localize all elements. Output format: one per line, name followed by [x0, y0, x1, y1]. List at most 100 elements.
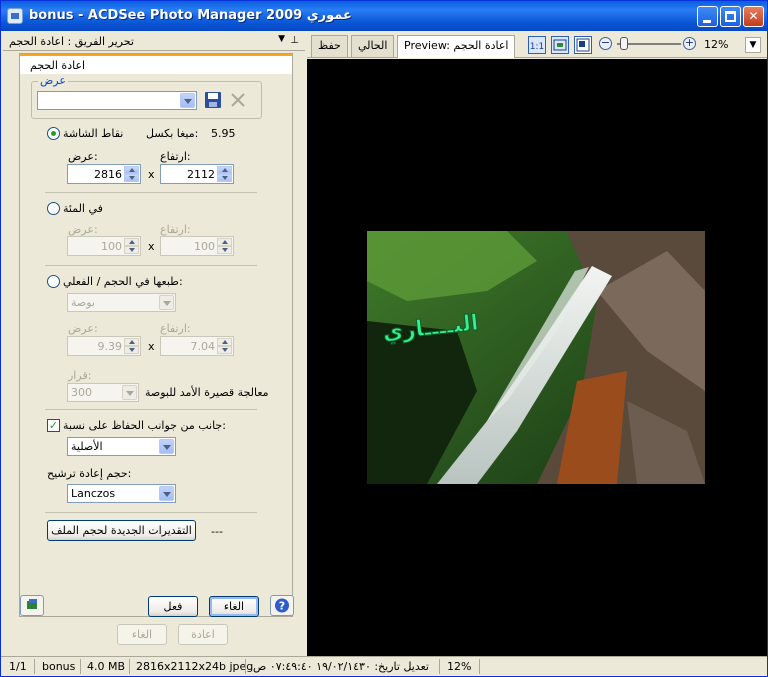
- maximize-button[interactable]: [720, 6, 741, 27]
- preview-tabs-bar: حفظ الحالي Preview: اعادة الحجم 1:1 12% …: [307, 32, 767, 58]
- percent-width-input[interactable]: 100: [67, 236, 141, 256]
- chevron-down-icon: [122, 385, 137, 400]
- redo-button[interactable]: اعادة: [178, 624, 228, 645]
- aspect-combo[interactable]: الأصلية: [67, 437, 176, 456]
- divider: [34, 659, 35, 674]
- pixel-height-value: 2112: [187, 168, 215, 181]
- panel-header: تحرير الفريق : اعادة الحجم ▼ ⊥: [3, 32, 305, 51]
- divider: [45, 512, 257, 513]
- aspect-value: الأصلية: [71, 440, 103, 453]
- actual-width-value: 9.39: [97, 340, 123, 353]
- pixels-radio[interactable]: [47, 127, 60, 140]
- pixel-height-input[interactable]: 2112: [160, 164, 234, 184]
- status-file: bonus: [42, 660, 76, 673]
- pixel-width-value: 2816: [94, 168, 122, 181]
- spin-down-icon: [124, 346, 139, 354]
- times-sign: x: [148, 240, 155, 253]
- panel-menu-icon[interactable]: ▼: [278, 34, 285, 44]
- spin-up-icon: [124, 238, 139, 246]
- actual-size-radio[interactable]: [47, 275, 60, 288]
- tab-current[interactable]: الحالي: [351, 35, 395, 57]
- actual-height-input[interactable]: 7.04: [160, 336, 234, 356]
- cancel-button[interactable]: الغاء: [209, 596, 259, 617]
- preview-photo: البــــاري: [367, 231, 705, 484]
- divider: [245, 659, 246, 674]
- fit-image-icon[interactable]: [551, 36, 569, 54]
- tab-preview[interactable]: Preview: اعادة الحجم: [397, 35, 516, 58]
- spin-up-icon: [124, 338, 139, 346]
- height-label: ارتفاع:: [160, 322, 191, 335]
- zoom-slider-thumb[interactable]: [620, 37, 628, 50]
- aspect-checkbox[interactable]: ✓: [47, 419, 60, 432]
- estimate-value: ---: [211, 525, 223, 538]
- percent-height-value: 100: [194, 240, 215, 253]
- megapixel-value: 5.95: [211, 127, 236, 140]
- spin-down-icon[interactable]: [124, 174, 139, 182]
- filter-value: Lanczos: [71, 487, 116, 500]
- zoom-value: 12%: [704, 38, 729, 51]
- divider: [45, 192, 257, 193]
- divider: [129, 659, 130, 674]
- spin-up-icon[interactable]: [217, 166, 232, 174]
- svg-text:?: ?: [279, 600, 285, 613]
- title-bar[interactable]: bonus - ACDSee Photo Manager 2009 عموري …: [1, 1, 767, 31]
- divider: [45, 265, 257, 266]
- full-screen-icon[interactable]: [574, 36, 592, 54]
- app-icon[interactable]: [7, 8, 23, 24]
- spin-up-icon: [217, 238, 232, 246]
- zoom-out-icon[interactable]: −: [599, 37, 612, 50]
- resolution-combo[interactable]: 300: [67, 383, 139, 402]
- spin-down-icon: [217, 346, 232, 354]
- percent-height-input[interactable]: 100: [160, 236, 234, 256]
- panel-title: تحرير الفريق : اعادة الحجم: [9, 35, 134, 48]
- height-label: ارتفاع:: [160, 223, 191, 236]
- aspect-label: جانب من جوانب الحفاظ على نسبة:: [63, 419, 226, 432]
- megapixel-label: ميغا بكسل:: [146, 127, 199, 140]
- chevron-down-icon: [159, 486, 174, 501]
- status-zoom: 12%: [447, 660, 472, 673]
- help-icon[interactable]: ?: [270, 595, 294, 616]
- close-icon: ✕: [748, 9, 759, 23]
- apply-button[interactable]: فعل: [148, 596, 198, 617]
- status-size: 4.0 MB: [87, 660, 126, 673]
- percent-radio[interactable]: [47, 202, 60, 215]
- close-button[interactable]: ✕: [743, 6, 764, 27]
- filter-combo[interactable]: Lanczos: [67, 484, 176, 503]
- pixel-width-input[interactable]: 2816: [67, 164, 141, 184]
- presets-combo[interactable]: [37, 91, 197, 110]
- actual-size-label: طبعها في الحجم / الفعلي:: [63, 275, 183, 288]
- maximize-icon: [725, 11, 736, 22]
- pixels-label: نقاط الشاشة: [63, 127, 124, 140]
- delete-preset-icon[interactable]: [228, 90, 250, 112]
- unit-combo[interactable]: بوصة: [67, 293, 176, 312]
- zoom-dropdown[interactable]: ▼: [745, 37, 761, 53]
- batch-icon[interactable]: [20, 595, 44, 616]
- chevron-down-icon: ▼: [749, 40, 757, 50]
- actual-width-input[interactable]: 9.39: [67, 336, 141, 356]
- status-counter: 1/1: [9, 660, 27, 673]
- resolution-label: قرار:: [68, 369, 92, 382]
- chevron-down-icon: [180, 93, 195, 108]
- pin-icon[interactable]: ⊥: [290, 35, 299, 46]
- width-label: عرض:: [68, 150, 98, 163]
- save-preset-icon[interactable]: [203, 90, 225, 112]
- actual-height-value: 7.04: [190, 340, 216, 353]
- unit-value: بوصة: [71, 296, 95, 309]
- presets-group: عرض: [31, 74, 262, 119]
- undo-button[interactable]: الغاء: [117, 624, 167, 645]
- chevron-down-icon: [159, 439, 174, 454]
- spin-down-icon: [124, 246, 139, 254]
- presets-legend: عرض: [38, 74, 68, 87]
- resize-pane: اعادة الحجم عرض نقاط الشاشة ميغا بكسل: 5…: [19, 53, 293, 617]
- spin-down-icon[interactable]: [217, 174, 232, 182]
- zoom-in-icon[interactable]: +: [683, 37, 696, 50]
- estimate-size-button[interactable]: التقديرات الجديدة لحجم الملف: [47, 520, 196, 541]
- spin-up-icon[interactable]: [124, 166, 139, 174]
- actual-size-icon[interactable]: 1:1: [528, 36, 546, 54]
- tab-save[interactable]: حفظ: [311, 35, 348, 57]
- minimize-button[interactable]: [697, 6, 718, 27]
- percent-width-value: 100: [101, 240, 122, 253]
- divider: [80, 659, 81, 674]
- divider: [479, 659, 480, 674]
- times-sign: x: [148, 168, 155, 181]
